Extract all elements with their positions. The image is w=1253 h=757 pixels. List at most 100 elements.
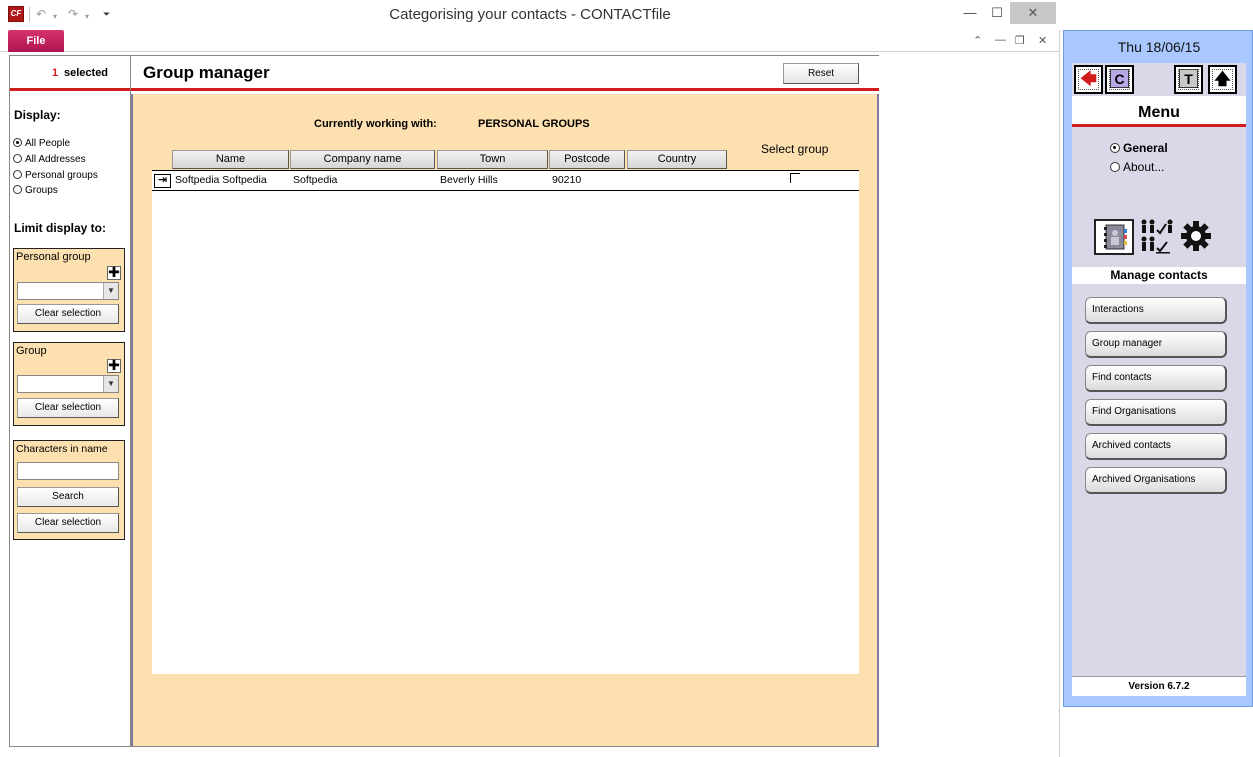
- menu-nav-bar: 🡄 C T 🡅: [1072, 63, 1246, 96]
- characters-filter: Characters in name Search Clear selectio…: [13, 440, 125, 540]
- group-manager-content: Currently working with: PERSONAL GROUPS …: [131, 94, 879, 747]
- app-root: CF ↶ ▾ ↷ ▾ ⏷ Categorising your contacts …: [0, 0, 1253, 757]
- group-title: Group: [16, 345, 47, 357]
- menu-panel: Thu 18/06/15 🡄 C T 🡅 Menu General About.…: [1063, 30, 1253, 707]
- add-personal-group-plus-icon[interactable]: ✚: [107, 265, 121, 280]
- find-contacts-button[interactable]: Find contacts: [1085, 365, 1227, 392]
- cell-company: Softpedia: [293, 174, 338, 186]
- minimize-icon[interactable]: —: [958, 2, 982, 24]
- up-arrow-icon[interactable]: 🡅: [1208, 65, 1237, 94]
- reset-button[interactable]: Reset: [783, 63, 859, 84]
- group-filter: Group ✚ ▼ Clear selection: [13, 342, 125, 426]
- contacts-c-button[interactable]: C: [1105, 65, 1134, 94]
- t-button[interactable]: T: [1174, 65, 1203, 94]
- characters-title: Characters in name: [16, 443, 108, 455]
- radio-icon[interactable]: [1110, 162, 1120, 172]
- working-with-label: Currently working with:: [314, 118, 437, 130]
- people-checklist-svg: [1141, 219, 1173, 254]
- ribbon-collapse-icon[interactable]: ⌃: [973, 34, 982, 47]
- selected-label: selected: [64, 67, 109, 79]
- current-date: Thu 18/06/15: [1117, 39, 1201, 55]
- display-option-label: All People: [25, 138, 71, 149]
- group-select[interactable]: ▼: [17, 375, 119, 393]
- characters-input[interactable]: [17, 462, 119, 480]
- search-button[interactable]: Search: [17, 487, 119, 507]
- archived-organisations-button[interactable]: Archived Organisations: [1085, 467, 1227, 494]
- version-label: Version 6.7.2: [1072, 676, 1246, 696]
- chevron-down-icon[interactable]: ▼: [103, 376, 118, 392]
- display-option-label: All Addresses: [25, 154, 86, 165]
- personal-group-filter: Personal group ✚ ▼ Clear selection: [13, 248, 125, 332]
- row-divider: [152, 190, 859, 191]
- column-header-town[interactable]: Town: [437, 150, 548, 169]
- content-header: Group manager Reset: [131, 55, 879, 91]
- cell-name: Softpedia Softpedia: [175, 174, 267, 186]
- limit-heading: Limit display to:: [14, 221, 107, 235]
- display-option-all-people[interactable]: All People: [13, 137, 70, 151]
- file-tab[interactable]: File: [8, 30, 64, 52]
- menu-option-label: General: [1123, 141, 1168, 155]
- characters-clear-button[interactable]: Clear selection: [17, 513, 119, 533]
- main-window: CF ↶ ▾ ↷ ▾ ⏷ Categorising your contacts …: [0, 0, 1060, 757]
- column-header-country[interactable]: Country: [627, 150, 727, 169]
- radio-selected-icon[interactable]: [1110, 143, 1120, 153]
- page-title: Group manager: [143, 63, 270, 82]
- radio-selected-icon[interactable]: [13, 138, 22, 147]
- selection-summary: 1 selected: [10, 56, 130, 91]
- close-window-icon[interactable]: ✕: [1010, 2, 1056, 24]
- people-checklist-icon[interactable]: [1139, 218, 1173, 254]
- select-group-label: Select group: [761, 142, 829, 156]
- gear-icon[interactable]: [1180, 220, 1212, 252]
- find-organisations-button[interactable]: Find Organisations: [1085, 399, 1227, 426]
- address-book-svg: [1104, 224, 1127, 250]
- group-manager-button[interactable]: Group manager: [1085, 331, 1227, 358]
- add-group-plus-icon[interactable]: ✚: [107, 358, 121, 373]
- personal-group-select[interactable]: ▼: [17, 282, 119, 300]
- menu-title-bar: Menu: [1072, 96, 1246, 127]
- c-button-label: C: [1110, 69, 1129, 88]
- left-filter-panel: 1 selected Display: All People All Addre…: [9, 55, 131, 747]
- ribbon-restore-icon[interactable]: ❐: [1015, 34, 1025, 47]
- working-with-value: PERSONAL GROUPS: [478, 118, 590, 130]
- ribbon-bar: File ⌃ — ❐ ✕: [0, 30, 1060, 52]
- manage-contacts-label: Manage contacts: [1072, 267, 1246, 284]
- ribbon-close-icon[interactable]: ✕: [1038, 34, 1047, 47]
- chevron-down-icon[interactable]: ▼: [103, 283, 118, 299]
- cell-postcode: 90210: [552, 174, 582, 186]
- column-header-name[interactable]: Name: [172, 150, 289, 169]
- interactions-button[interactable]: Interactions: [1085, 297, 1227, 324]
- title-bar: CF ↶ ▾ ↷ ▾ ⏷ Categorising your contacts …: [0, 0, 1060, 30]
- menu-body: Menu General About... Manage contacts In…: [1072, 96, 1246, 676]
- address-book-icon[interactable]: [1094, 219, 1134, 255]
- menu-option-general[interactable]: General: [1110, 140, 1168, 156]
- display-heading: Display:: [14, 108, 61, 122]
- window-title: Categorising your contacts - CONTACTfile: [389, 6, 671, 23]
- select-group-checkbox[interactable]: [790, 173, 800, 183]
- display-option-label: Groups: [25, 185, 58, 196]
- selected-count: 1: [52, 67, 59, 79]
- radio-icon[interactable]: [13, 170, 22, 179]
- menu-title: Menu: [1138, 104, 1180, 121]
- column-header-company[interactable]: Company name: [290, 150, 435, 169]
- display-option-all-addresses[interactable]: All Addresses: [13, 153, 86, 167]
- display-option-groups[interactable]: Groups: [13, 184, 58, 198]
- cell-town: Beverly Hills: [440, 174, 498, 186]
- archived-contacts-button[interactable]: Archived contacts: [1085, 433, 1227, 460]
- menu-option-about[interactable]: About...: [1110, 159, 1164, 175]
- display-option-label: Personal groups: [25, 170, 98, 181]
- radio-icon[interactable]: [13, 185, 22, 194]
- t-button-label: T: [1179, 69, 1198, 88]
- back-arrow-icon[interactable]: 🡄: [1074, 65, 1103, 94]
- gear-svg: [1181, 221, 1211, 251]
- personal-group-title: Personal group: [16, 251, 91, 263]
- go-to-record-icon[interactable]: ⇥: [154, 174, 171, 188]
- radio-icon[interactable]: [13, 154, 22, 163]
- personal-group-clear-button[interactable]: Clear selection: [17, 304, 119, 324]
- display-option-personal-groups[interactable]: Personal groups: [13, 169, 98, 183]
- column-header-postcode[interactable]: Postcode: [549, 150, 625, 169]
- row-divider: [152, 170, 859, 171]
- ribbon-minimize-icon[interactable]: —: [995, 34, 1006, 46]
- maximize-icon[interactable]: ☐: [985, 2, 1009, 24]
- contacts-grid: [152, 170, 859, 674]
- group-clear-button[interactable]: Clear selection: [17, 398, 119, 418]
